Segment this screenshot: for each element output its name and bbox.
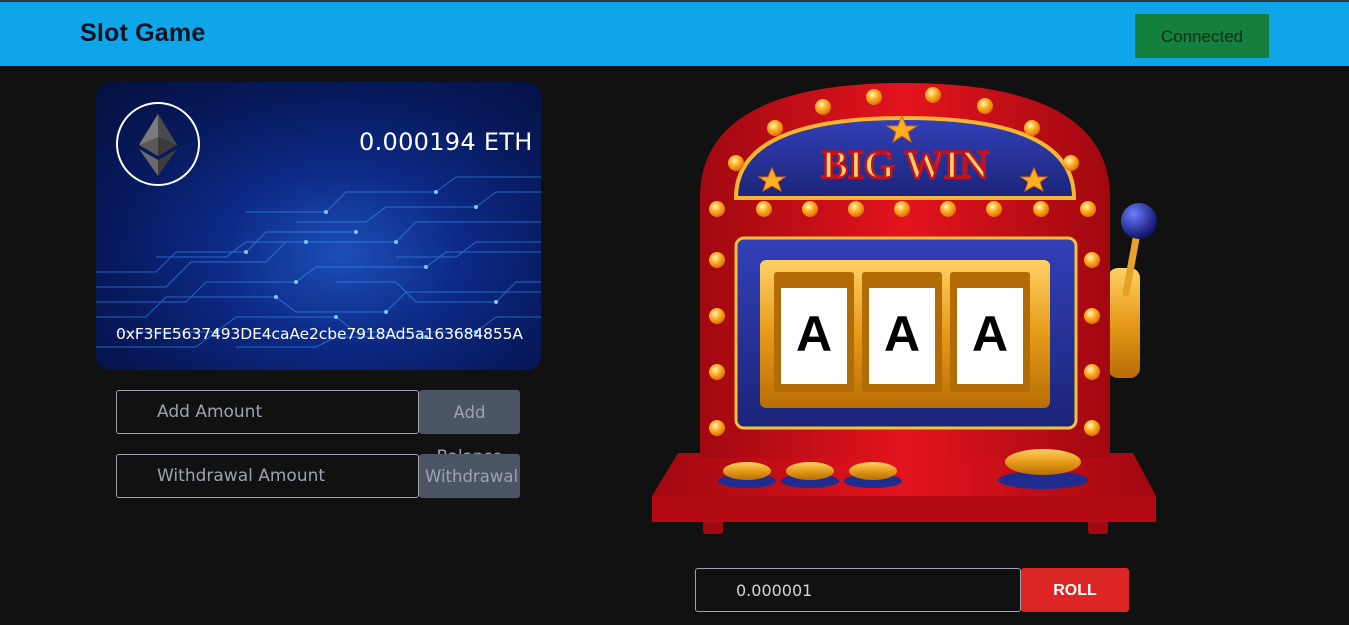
slot-machine: BIG WIN A A A (652, 83, 1157, 534)
reel-1-symbol: A (796, 306, 832, 362)
withdrawal-amount-input[interactable] (116, 454, 419, 498)
withdrawal-button[interactable]: Withdrawal (419, 454, 520, 498)
wallet-address: 0xF3FE5637493DE4caAe2cbe7918Ad5a16368485… (116, 325, 523, 343)
roll-button[interactable]: ROLL (1021, 568, 1129, 612)
top-navbar: Slot Game Connected (0, 0, 1349, 66)
add-amount-input[interactable] (116, 390, 419, 434)
bet-amount-input[interactable] (695, 568, 1021, 612)
reel-3-symbol: A (972, 306, 1008, 362)
wallet-balance: 0.000194 ETH (359, 128, 533, 156)
ethereum-icon (116, 102, 200, 186)
lever-base (1108, 268, 1140, 378)
add-balance-button[interactable]: Add Balance (419, 390, 520, 466)
big-win-banner: BIG WIN (821, 142, 988, 187)
lever-knob (1121, 203, 1157, 239)
app-title: Slot Game (80, 19, 206, 47)
connect-wallet-button[interactable]: Connected (1135, 14, 1269, 58)
reel-2-symbol: A (884, 306, 920, 362)
